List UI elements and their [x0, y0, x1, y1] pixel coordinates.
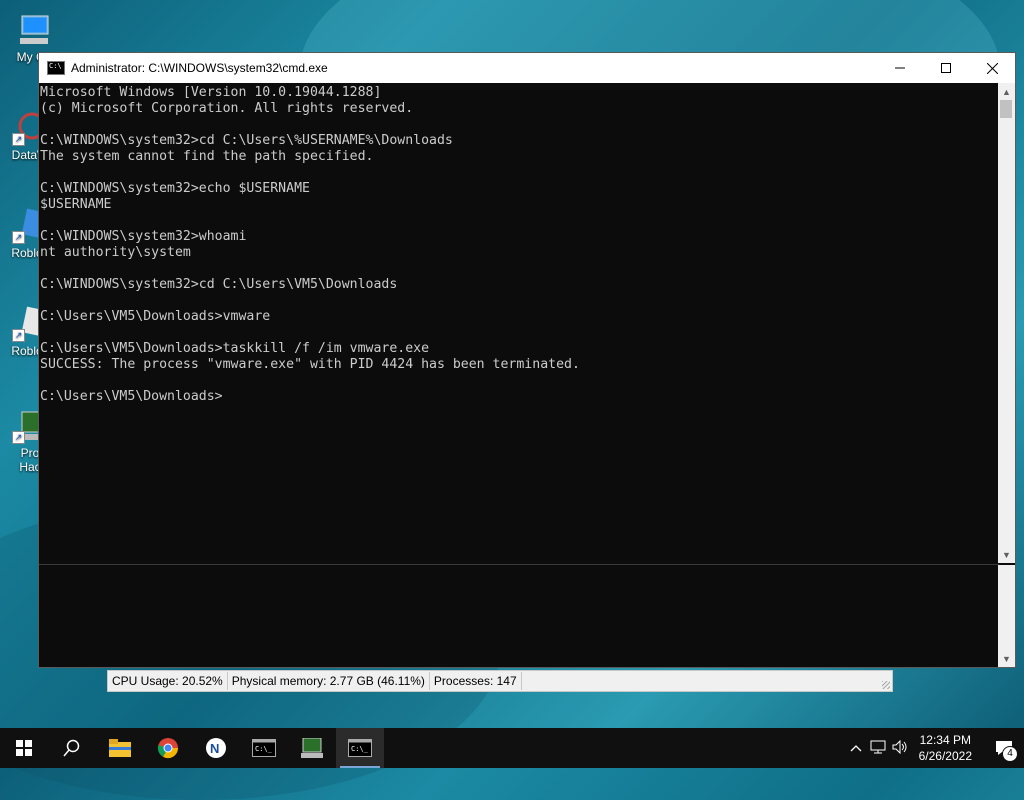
- maximize-icon: [941, 63, 951, 73]
- console-line: C:\WINDOWS\system32>echo $USERNAME: [40, 181, 310, 196]
- scroll-down-icon[interactable]: ▼: [998, 546, 1015, 563]
- network-icon: [870, 740, 886, 753]
- console-line: The system cannot find the path specifie…: [40, 149, 374, 164]
- console-line: C:\WINDOWS\system32>whoami: [40, 229, 247, 244]
- clock-date: 6/26/2022: [918, 749, 972, 763]
- taskbar-cmd-active[interactable]: C:\_: [336, 728, 384, 768]
- console-line: $USERNAME: [40, 197, 112, 212]
- clock[interactable]: 12:34 PM 6/26/2022: [919, 732, 972, 764]
- windows-logo-icon: [16, 740, 32, 756]
- taskbar-file-explorer[interactable]: [96, 728, 144, 768]
- network-button[interactable]: [867, 740, 889, 757]
- show-hidden-icons-button[interactable]: [845, 741, 867, 755]
- cmd-icon: [47, 61, 65, 75]
- console-line: C:\WINDOWS\system32>cd C:\Users\%USERNAM…: [40, 133, 453, 148]
- console-line: (c) Microsoft Corporation. All rights re…: [40, 101, 414, 116]
- window-titlebar[interactable]: Administrator: C:\WINDOWS\system32\cmd.e…: [39, 53, 1015, 83]
- cpu-usage: CPU Usage: 20.52%: [108, 672, 228, 690]
- scrollbar-thumb[interactable]: [1000, 100, 1012, 118]
- volume-button[interactable]: [889, 739, 911, 757]
- console-line: C:\WINDOWS\system32>cd C:\Users\VM5\Down…: [40, 277, 398, 292]
- folder-icon: [109, 739, 131, 757]
- taskbar-chrome[interactable]: [144, 728, 192, 768]
- console-line: C:\Users\VM5\Downloads>taskkill /f /im v…: [40, 341, 430, 356]
- scroll-down-icon[interactable]: ▼: [998, 650, 1015, 667]
- console-line: nt authority\system: [40, 245, 191, 260]
- shortcut-arrow-icon: ↗: [12, 231, 25, 244]
- shortcut-arrow-icon: ↗: [12, 133, 25, 146]
- maximize-button[interactable]: [923, 53, 969, 83]
- console-line: C:\Users\VM5\Downloads>: [40, 389, 223, 404]
- system-tray: 12:34 PM 6/26/2022 4: [845, 728, 1024, 768]
- clock-time: 12:34 PM: [919, 733, 971, 747]
- volume-icon: [892, 739, 907, 754]
- scroll-up-icon[interactable]: ▲: [998, 83, 1015, 100]
- taskbar-app[interactable]: N: [192, 728, 240, 768]
- chrome-icon: [157, 738, 179, 759]
- chevron-up-icon: [850, 745, 862, 752]
- console-lower-pane[interactable]: [39, 565, 999, 667]
- svg-text:C:\_: C:\_: [351, 745, 369, 753]
- notification-center-button[interactable]: 4: [984, 728, 1024, 768]
- cmd-icon: C:\_: [252, 739, 276, 757]
- console-line: SUCCESS: The process "vmware.exe" with P…: [40, 357, 580, 372]
- cmd-window[interactable]: Administrator: C:\WINDOWS\system32\cmd.e…: [38, 52, 1016, 668]
- cmd-icon: C:\_: [348, 739, 372, 757]
- minimize-icon: [895, 67, 905, 69]
- app-icon: N: [206, 738, 226, 758]
- resize-grip[interactable]: [882, 681, 890, 689]
- lower-pane-scrollbar[interactable]: ▼: [998, 565, 1015, 667]
- taskbar-cmd[interactable]: C:\_: [240, 728, 288, 768]
- console-scrollbar[interactable]: ▲ ▼: [998, 83, 1015, 563]
- svg-text:N: N: [210, 741, 219, 756]
- status-bar: CPU Usage: 20.52% Physical memory: 2.77 …: [107, 670, 893, 692]
- console-line: Microsoft Windows [Version 10.0.19044.12…: [40, 85, 382, 100]
- svg-text:C:\_: C:\_: [255, 745, 273, 753]
- process-hacker-icon: [301, 738, 323, 758]
- taskbar: N C:\_ C:\_ 12:34 PM 6/26/2022 4: [0, 728, 1024, 768]
- shortcut-arrow-icon: ↗: [12, 329, 25, 342]
- shortcut-arrow-icon: ↗: [12, 431, 25, 444]
- window-title: Administrator: C:\WINDOWS\system32\cmd.e…: [71, 61, 328, 75]
- start-button[interactable]: [0, 728, 48, 768]
- search-button[interactable]: [48, 728, 96, 768]
- taskbar-process-hacker[interactable]: [288, 728, 336, 768]
- computer-icon: [16, 12, 52, 48]
- close-button[interactable]: [969, 53, 1015, 83]
- search-icon: [63, 739, 80, 757]
- process-count: Processes: 147: [430, 672, 522, 690]
- physical-memory: Physical memory: 2.77 GB (46.11%): [228, 672, 430, 690]
- notification-count-badge: 4: [1002, 746, 1018, 762]
- console-output[interactable]: Microsoft Windows [Version 10.0.19044.12…: [39, 83, 999, 563]
- console-line: C:\Users\VM5\Downloads>vmware: [40, 309, 271, 324]
- minimize-button[interactable]: [877, 53, 923, 83]
- close-icon: [986, 62, 998, 74]
